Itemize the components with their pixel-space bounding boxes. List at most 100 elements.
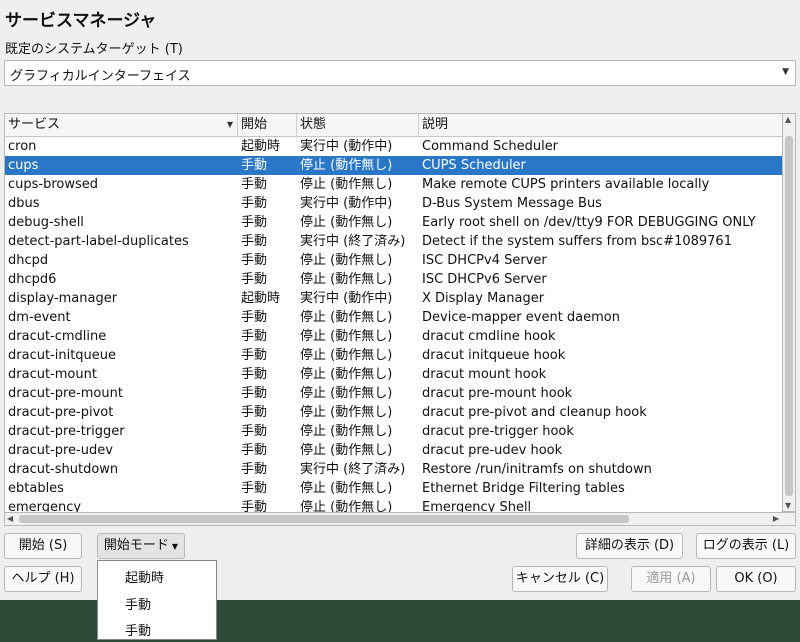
cell-description: dracut pre-pivot and cleanup hook: [422, 405, 647, 420]
cell-start-type: 手動: [241, 272, 268, 287]
log-button[interactable]: ログの表示 (L): [696, 533, 796, 559]
table-row[interactable]: dracut-mount 手動 停止 (動作無し) dracut mount hook: [5, 365, 783, 384]
cell-start-type: 手動: [241, 481, 268, 496]
cell-service-name: dracut-mount: [8, 367, 97, 382]
table-row[interactable]: dracut-pre-pivot 手動 停止 (動作無し) dracut pre-pi…: [5, 403, 783, 422]
help-button[interactable]: ヘルプ (H): [4, 566, 82, 592]
apply-button[interactable]: 適用 (A): [631, 566, 711, 592]
cell-service-name: dbus: [8, 196, 40, 211]
table-row[interactable]: dhcpd 手動 停止 (動作無し) ISC DHCPv4 Server: [5, 251, 783, 270]
cell-start-type: 手動: [241, 196, 268, 211]
cancel-button[interactable]: キャンセル (C): [512, 566, 608, 592]
cell-status: 停止 (動作無し): [300, 329, 393, 344]
table-row[interactable]: cups 手動 停止 (動作無し) CUPS Scheduler: [5, 156, 783, 175]
window-title: サービスマネージャ: [5, 11, 157, 31]
horizontal-scrollbar[interactable]: ◀ ▶: [4, 512, 796, 526]
service-manager-window: サービスマネージャ 既定のシステムターゲット (T) グラフィカルインターフェイ…: [0, 0, 800, 600]
vertical-scroll-thumb[interactable]: [785, 136, 793, 496]
cell-description: Ethernet Bridge Filtering tables: [422, 481, 625, 496]
target-select[interactable]: グラフィカルインターフェイス ▼: [4, 60, 796, 86]
cell-start-type: 起動時: [241, 291, 281, 306]
cell-status: 停止 (動作無し): [300, 215, 393, 230]
table-row[interactable]: dracut-pre-udev 手動 停止 (動作無し) dracut pre-ude…: [5, 441, 783, 460]
scroll-down-icon[interactable]: ▼: [785, 501, 791, 510]
cell-status: 停止 (動作無し): [300, 177, 393, 192]
cell-start-type: 手動: [241, 367, 268, 382]
scroll-up-icon[interactable]: ▲: [785, 115, 791, 124]
table-row[interactable]: dracut-pre-trigger 手動 停止 (動作無し) dracut pre-…: [5, 422, 783, 441]
horizontal-scroll-thumb[interactable]: [19, 515, 629, 523]
cell-status: 停止 (動作無し): [300, 253, 393, 268]
table-row[interactable]: dhcpd6 手動 停止 (動作無し) ISC DHCPv6 Server: [5, 270, 783, 289]
table-row[interactable]: cups-browsed 手動 停止 (動作無し) Make remote CUPS …: [5, 175, 783, 194]
menu-item-on-boot[interactable]: 起動時: [125, 567, 164, 586]
cell-service-name: debug-shell: [8, 215, 84, 230]
cell-service-name: cups: [8, 158, 39, 173]
cell-description: Detect if the system suffers from bsc#10…: [422, 234, 732, 249]
cell-start-type: 手動: [241, 405, 268, 420]
cell-status: 実行中 (終了済み): [300, 462, 406, 477]
cell-description: dracut mount hook: [422, 367, 547, 382]
cell-status: 停止 (動作無し): [300, 405, 393, 420]
cell-status: 実行中 (動作中): [300, 139, 393, 154]
table-row[interactable]: ebtables 手動 停止 (動作無し) Ethernet Bridge Filte…: [5, 479, 783, 498]
cell-description: X Display Manager: [422, 291, 545, 306]
ok-button[interactable]: OK (O): [716, 566, 796, 592]
table-row[interactable]: dbus 手動 実行中 (動作中) D-Bus System Message Bus: [5, 194, 783, 213]
cell-service-name: dracut-shutdown: [8, 462, 119, 477]
cell-status: 実行中 (終了済み): [300, 234, 406, 249]
table-row[interactable]: dm-event 手動 停止 (動作無し) Device-mapper event d…: [5, 308, 783, 327]
cell-status: 停止 (動作無し): [300, 272, 393, 287]
scroll-left-icon[interactable]: ◀: [7, 514, 13, 523]
chevron-down-icon: ▼: [782, 67, 789, 77]
scroll-right-icon[interactable]: ▶: [773, 514, 779, 523]
cell-description: Restore /run/initramfs on shutdown: [422, 462, 652, 477]
table-row[interactable]: cron 起動時 実行中 (動作中) Command Scheduler: [5, 137, 783, 156]
menu-item-manual[interactable]: 手動: [125, 594, 151, 613]
cell-service-name: detect-part-label-duplicates: [8, 234, 189, 249]
cell-description: dracut pre-mount hook: [422, 386, 573, 401]
cell-service-name: dracut-initqueue: [8, 348, 117, 363]
header-service[interactable]: サービス ▼: [5, 114, 238, 136]
table-row[interactable]: dracut-cmdline 手動 停止 (動作無し) dracut cmdline …: [5, 327, 783, 346]
cell-start-type: 手動: [241, 215, 268, 230]
cell-service-name: cups-browsed: [8, 177, 99, 192]
cell-service-name: ebtables: [8, 481, 64, 496]
start-mode-menu-button[interactable]: 開始モード ▼: [97, 533, 185, 559]
services-table[interactable]: サービス ▼ 開始 状態 説明 cron 起動時 実行中 (動作中) Command S…: [4, 113, 783, 514]
cell-status: 停止 (動作無し): [300, 443, 393, 458]
cell-description: dracut cmdline hook: [422, 329, 556, 344]
table-row[interactable]: dracut-initqueue 手動 停止 (動作無し) dracut initqu…: [5, 346, 783, 365]
cell-status: 停止 (動作無し): [300, 367, 393, 382]
cell-start-type: 手動: [241, 424, 268, 439]
cell-start-type: 起動時: [241, 139, 281, 154]
cell-service-name: dracut-pre-trigger: [8, 424, 125, 439]
cell-description: D-Bus System Message Bus: [422, 196, 602, 211]
cell-service-name: dracut-pre-udev: [8, 443, 113, 458]
details-button[interactable]: 詳細の表示 (D): [576, 533, 683, 559]
cell-status: 停止 (動作無し): [300, 424, 393, 439]
start-button[interactable]: 開始 (S): [4, 533, 82, 559]
cell-start-type: 手動: [241, 443, 268, 458]
table-row[interactable]: debug-shell 手動 停止 (動作無し) Early root shell o…: [5, 213, 783, 232]
cell-status: 停止 (動作無し): [300, 386, 393, 401]
menu-item-manual-2[interactable]: 手動: [125, 620, 151, 639]
cell-description: Device-mapper event daemon: [422, 310, 620, 325]
header-start[interactable]: 開始: [238, 114, 297, 136]
cell-description: Early root shell on /dev/tty9 FOR DEBUGG…: [422, 215, 756, 230]
cell-description: CUPS Scheduler: [422, 158, 526, 173]
cell-description: Make remote CUPS printers available loca…: [422, 177, 710, 192]
cell-description: ISC DHCPv4 Server: [422, 253, 547, 268]
table-row[interactable]: dracut-pre-mount 手動 停止 (動作無し) dracut pre-mo…: [5, 384, 783, 403]
header-status[interactable]: 状態: [297, 114, 419, 136]
cell-start-type: 手動: [241, 158, 268, 173]
header-description[interactable]: 説明: [419, 114, 783, 136]
cell-service-name: dm-event: [8, 310, 71, 325]
vertical-scrollbar[interactable]: ▲ ▼: [782, 113, 796, 512]
cell-status: 実行中 (動作中): [300, 291, 393, 306]
table-row[interactable]: detect-part-label-duplicates 手動 実行中 (終了済み)…: [5, 232, 783, 251]
table-row[interactable]: dracut-shutdown 手動 実行中 (終了済み) Restore /run/…: [5, 460, 783, 479]
table-row[interactable]: display-manager 起動時 実行中 (動作中) X Display Man…: [5, 289, 783, 308]
sort-down-icon: ▼: [226, 120, 233, 129]
cell-description: dracut pre-udev hook: [422, 443, 563, 458]
